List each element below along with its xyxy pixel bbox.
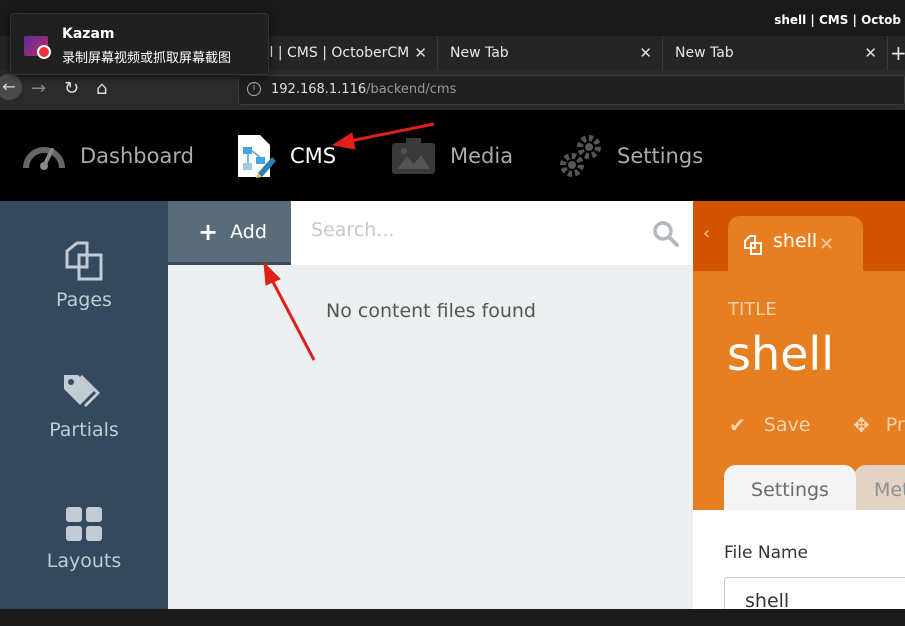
file-name-label: File Name	[724, 543, 809, 563]
pages-icon	[744, 235, 762, 255]
home-icon[interactable]: ⌂	[96, 78, 107, 99]
check-icon: ✔	[729, 413, 746, 437]
search-icon[interactable]	[653, 221, 679, 247]
menu-item-settings[interactable]: Settings	[559, 110, 703, 201]
save-label: Save	[763, 414, 811, 436]
chevron-left-icon[interactable]: ‹	[703, 223, 710, 244]
menu-label: Media	[450, 143, 514, 168]
tab-shell-file[interactable]: shell ✕	[728, 216, 863, 271]
gears-icon	[560, 134, 601, 177]
notification-title: Kazam	[62, 26, 115, 42]
menu-label: Settings	[617, 143, 704, 168]
save-button[interactable]: ✔ Save	[729, 413, 810, 437]
search-box	[291, 201, 693, 265]
menu-item-dashboard[interactable]: Dashboard	[22, 110, 194, 201]
url-bar[interactable]: i 192.168.1.116/backend/cms	[238, 75, 905, 105]
close-icon[interactable]: ✕	[864, 36, 877, 70]
file-name-field[interactable]	[724, 577, 905, 609]
editor-panel: ‹ shell ✕ TITLE shell ✔ Save ✥ Pr Met Se…	[693, 201, 905, 609]
sidebar-item-label: Layouts	[46, 550, 122, 572]
tab-label: ell | CMS | OctoberCM	[257, 45, 410, 61]
title-label: TITLE	[728, 299, 777, 320]
sidebar-item-pages[interactable]: Pages	[0, 241, 168, 361]
editor-form: File Name	[693, 510, 905, 609]
plus-icon: +	[198, 217, 219, 246]
tab-new-tab-2[interactable]: New Tab ✕	[663, 36, 888, 70]
preview-button[interactable]: ✥ Pr	[853, 413, 905, 437]
add-button[interactable]: + Add	[168, 201, 291, 265]
kazam-app-icon	[24, 36, 51, 59]
kazam-notification[interactable]: Kazam 录制屏幕视频或抓取屏幕截图	[10, 13, 269, 75]
forward-arrow-icon[interactable]: →	[31, 78, 46, 99]
url-path: /backend/cms	[366, 82, 457, 97]
pages-icon	[65, 241, 103, 281]
menu-label: CMS	[290, 143, 337, 168]
add-label: Add	[230, 220, 267, 243]
preview-label: Pr	[885, 414, 905, 436]
media-camera-icon	[392, 137, 435, 174]
window-title: shell | CMS | Octob	[774, 13, 901, 27]
url-host: 192.168.1.116	[271, 82, 367, 97]
backend-main-menu: Dashboard CMS Media Settings	[0, 110, 905, 201]
back-arrow-icon[interactable]: ←	[0, 74, 22, 100]
page-title: shell	[727, 327, 834, 381]
editor-tab-strip: ‹ shell ✕	[693, 201, 905, 271]
tab-label: New Tab	[450, 45, 509, 61]
reload-icon[interactable]: ↻	[64, 78, 79, 99]
tags-icon	[64, 375, 100, 407]
url-text: 192.168.1.116/backend/cms	[271, 82, 456, 97]
new-tab-button[interactable]: +	[888, 36, 905, 70]
grid-icon	[66, 507, 102, 541]
menu-item-media[interactable]: Media	[391, 110, 513, 201]
sidebar-item-label: Partials	[49, 419, 119, 441]
notification-description: 录制屏幕视频或抓取屏幕截图	[62, 51, 232, 66]
sidebar-item-label: Pages	[56, 289, 112, 311]
tab-meta[interactable]: Met	[854, 465, 905, 515]
tab-new-tab-1[interactable]: New Tab ✕	[438, 36, 663, 70]
cms-document-icon	[238, 134, 276, 178]
cms-sidebar: Pages Partials Layouts	[0, 201, 168, 609]
search-input[interactable]	[311, 219, 641, 241]
info-icon[interactable]: i	[247, 82, 261, 96]
close-icon[interactable]: ✕	[639, 36, 652, 70]
sidebar-item-layouts[interactable]: Layouts	[0, 506, 168, 626]
speedometer-icon	[23, 146, 65, 170]
empty-message: No content files found	[326, 300, 536, 322]
menu-label: Dashboard	[80, 143, 194, 168]
close-icon[interactable]: ✕	[414, 36, 427, 70]
content-list-panel: + Add No content files found	[168, 201, 693, 609]
close-icon[interactable]: ✕	[819, 234, 834, 255]
tab-label: shell	[773, 230, 818, 252]
sidebar-item-partials[interactable]: Partials	[0, 373, 168, 493]
menu-item-cms[interactable]: CMS	[236, 110, 336, 201]
crosshair-icon: ✥	[853, 413, 870, 437]
tab-label: New Tab	[675, 45, 734, 61]
tab-settings[interactable]: Settings	[724, 465, 856, 515]
